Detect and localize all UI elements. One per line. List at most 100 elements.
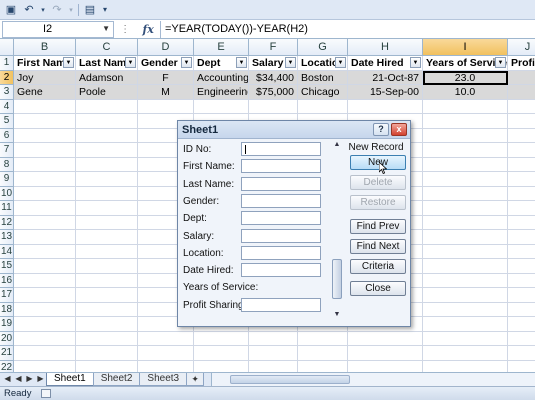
row-header[interactable]: 7 (0, 143, 14, 158)
data-cell[interactable]: 21-Oct-87 (348, 70, 423, 85)
data-cell[interactable]: Chicago (298, 85, 348, 100)
grid-cell[interactable] (14, 215, 76, 230)
grid-cell[interactable] (508, 288, 535, 303)
grid-cell[interactable] (14, 201, 76, 216)
field-input[interactable] (241, 297, 321, 312)
grid-cell[interactable] (423, 244, 508, 259)
grid-cell[interactable] (508, 216, 535, 230)
data-cell[interactable]: Engineering (194, 85, 249, 100)
row-header[interactable]: 12 (0, 215, 14, 230)
find-prev-button[interactable]: Find Prev (350, 219, 406, 234)
grid-cell[interactable] (14, 230, 76, 245)
form-icon[interactable]: ▤ (83, 3, 97, 17)
grid-cell[interactable] (14, 172, 76, 187)
grid-cell[interactable] (14, 331, 76, 346)
field-input[interactable] (241, 193, 321, 208)
grid-cell[interactable] (508, 259, 535, 274)
tab-sheet1[interactable]: Sheet1 (46, 373, 94, 386)
grid-cell[interactable] (249, 346, 298, 361)
dropdown-icon[interactable]: ▾ (68, 3, 74, 17)
grid-cell[interactable] (76, 302, 138, 317)
grid-cell[interactable] (348, 346, 423, 361)
first-sheet-icon[interactable]: ◀ (3, 374, 12, 383)
row-header[interactable]: 10 (0, 186, 14, 201)
header-cell[interactable]: Salary ▼ (249, 56, 298, 71)
field-input[interactable] (241, 263, 321, 278)
scroll-down-icon[interactable]: ▼ (332, 311, 342, 318)
data-cell[interactable]: Boston (298, 70, 348, 85)
dropdown-icon[interactable]: ▾ (40, 3, 46, 17)
grid-cell[interactable] (76, 99, 138, 114)
grid-cell[interactable] (14, 143, 76, 158)
grid-cell[interactable] (348, 331, 423, 346)
last-sheet-icon[interactable]: ▶ (36, 374, 45, 383)
data-cell[interactable] (508, 85, 535, 100)
grid-cell[interactable] (76, 331, 138, 346)
scrollbar-thumb[interactable] (230, 375, 351, 384)
column-header[interactable]: J (508, 39, 535, 56)
column-header[interactable]: C (76, 39, 138, 56)
grid-cell[interactable] (14, 288, 76, 303)
grid-cell[interactable] (76, 114, 138, 129)
data-cell[interactable]: Poole (76, 85, 138, 100)
scroll-up-icon[interactable]: ▲ (332, 141, 342, 148)
grid-cell[interactable] (423, 114, 508, 129)
grid-cell[interactable] (76, 317, 138, 332)
customize-icon[interactable]: ▾ (101, 3, 109, 17)
row-header[interactable]: 18 (0, 302, 14, 317)
grid-cell[interactable] (508, 245, 535, 259)
grid-cell[interactable] (194, 99, 249, 114)
row-header[interactable]: 13 (0, 230, 14, 245)
filter-dropdown-icon[interactable]: ▼ (410, 57, 421, 68)
tab-sheet2[interactable]: Sheet2 (92, 373, 141, 386)
data-cell[interactable]: Gene (14, 85, 76, 100)
filter-dropdown-icon[interactable]: ▼ (63, 57, 74, 68)
grid-cell[interactable] (423, 172, 508, 187)
row-header[interactable]: 14 (0, 244, 14, 259)
close-icon[interactable]: x (391, 123, 407, 136)
grid-cell[interactable] (508, 129, 535, 143)
header-cell[interactable]: Location ▼ (298, 56, 348, 71)
grid-cell[interactable] (423, 99, 508, 114)
delete-button[interactable]: Delete (350, 175, 406, 190)
scrollbar-thumb[interactable] (332, 259, 342, 299)
grid-cell[interactable] (423, 186, 508, 201)
data-cell[interactable]: Accounting (194, 70, 249, 85)
row-header[interactable]: 1 (0, 56, 14, 71)
row-header[interactable]: 4 (0, 99, 14, 114)
grid-cell[interactable] (298, 346, 348, 361)
grid-cell[interactable] (423, 273, 508, 288)
row-header[interactable]: 8 (0, 157, 14, 172)
filter-dropdown-icon[interactable]: ▼ (285, 57, 296, 68)
grid-cell[interactable] (508, 201, 535, 216)
formula-input[interactable]: =YEAR(TODAY())-YEAR(H2) (160, 20, 535, 38)
data-cell[interactable]: F (138, 70, 194, 85)
grid-cell[interactable] (508, 172, 535, 187)
grid-cell[interactable] (508, 317, 535, 332)
grid-cell[interactable] (508, 274, 535, 288)
grid-cell[interactable] (76, 273, 138, 288)
field-input[interactable] (241, 142, 321, 156)
grid-cell[interactable] (76, 157, 138, 172)
row-header[interactable]: 11 (0, 201, 14, 216)
row-header[interactable]: 5 (0, 114, 14, 129)
column-header[interactable]: F (249, 39, 298, 56)
grid-cell[interactable] (423, 331, 508, 346)
column-header[interactable]: B (14, 39, 76, 56)
grid-cell[interactable] (508, 158, 535, 172)
column-header[interactable]: G (298, 39, 348, 56)
grid-cell[interactable] (423, 259, 508, 274)
grid-cell[interactable] (423, 143, 508, 158)
grid-cell[interactable] (76, 186, 138, 201)
grid-cell[interactable] (298, 331, 348, 346)
grid-cell[interactable] (194, 331, 249, 346)
criteria-button[interactable]: Criteria (350, 259, 406, 274)
grid-cell[interactable] (348, 99, 423, 114)
grid-cell[interactable] (138, 346, 194, 361)
grid-cell[interactable] (76, 201, 138, 216)
header-cell[interactable]: Gender ▼ (138, 56, 194, 71)
filter-dropdown-icon[interactable]: ▼ (335, 57, 346, 68)
row-header[interactable]: 21 (0, 346, 14, 361)
row-header[interactable]: 19 (0, 317, 14, 332)
grid-cell[interactable] (249, 99, 298, 114)
